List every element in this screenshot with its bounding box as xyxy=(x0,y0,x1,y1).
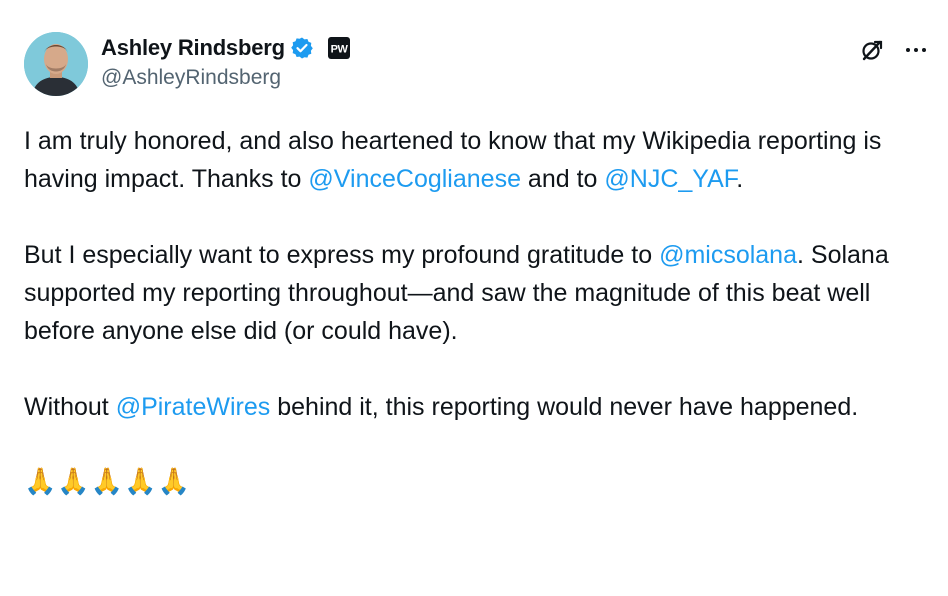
avatar[interactable] xyxy=(24,32,88,96)
avatar-image xyxy=(24,32,88,96)
folded-hands-emoji: 🙏 xyxy=(57,466,90,496)
text-segment: . xyxy=(736,165,744,193)
folded-hands-emoji: 🙏 xyxy=(24,466,57,496)
tweet-paragraph-2: But I especially want to express my prof… xyxy=(24,236,929,350)
verified-badge-icon[interactable] xyxy=(290,36,314,60)
emoji-row: 🙏 🙏 🙏 🙏 🙏 xyxy=(24,464,929,498)
text-segment: behind it, this reporting would never ha… xyxy=(270,393,859,421)
folded-hands-emoji: 🙏 xyxy=(90,466,124,496)
tweet-text: I am truly honored, and also heartened t… xyxy=(24,122,929,498)
mention-link[interactable]: @PirateWires xyxy=(116,393,271,421)
author-display-name[interactable]: Ashley Rindsberg xyxy=(101,35,285,61)
folded-hands-emoji: 🙏 xyxy=(157,466,190,496)
tweet-paragraph-1: I am truly honored, and also heartened t… xyxy=(24,122,929,198)
mention-link[interactable]: @NJC_YAF xyxy=(604,165,736,193)
tweet-paragraph-3: Without @PirateWires behind it, this rep… xyxy=(24,388,929,426)
tweet-card: Ashley Rindsberg PW @AshleyRindsberg I a… xyxy=(0,0,948,596)
author-handle[interactable]: @AshleyRindsberg xyxy=(101,66,281,90)
more-options-icon[interactable] xyxy=(899,36,933,64)
affiliate-badge-text: PW xyxy=(330,44,348,56)
text-segment: and to xyxy=(520,165,605,193)
grok-icon[interactable] xyxy=(858,36,886,64)
text-segment: But I especially want to express my prof… xyxy=(24,241,660,269)
mention-link[interactable]: @VinceCoglianese xyxy=(308,165,521,193)
folded-hands-emoji: 🙏 xyxy=(124,466,157,496)
mention-link[interactable]: @micsolana xyxy=(659,241,797,269)
author-name-row: Ashley Rindsberg PW xyxy=(101,33,350,63)
text-segment: Without xyxy=(24,393,116,421)
affiliate-badge-icon[interactable]: PW xyxy=(327,37,350,59)
